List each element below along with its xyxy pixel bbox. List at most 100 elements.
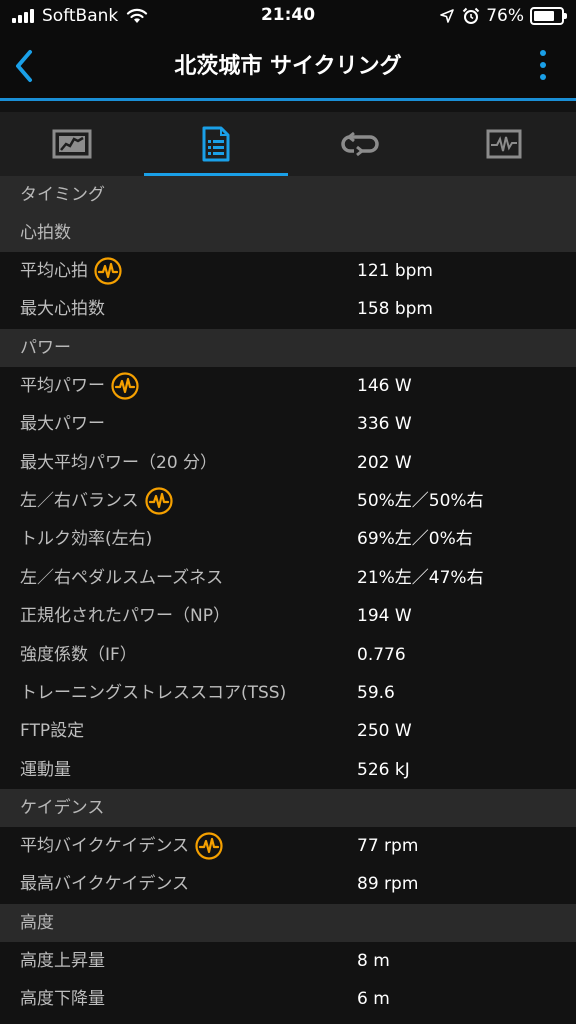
stat-row: 左／右ペダルスムーズネス 21%左／47%右 bbox=[0, 558, 576, 598]
chevron-left-icon bbox=[16, 50, 32, 82]
stat-label-wrap: 高度下降量 bbox=[20, 980, 105, 1018]
stat-label-wrap: 平均バイクケイデンス bbox=[20, 827, 223, 865]
stat-value: 158 bpm bbox=[357, 299, 433, 320]
stat-label: 最大心拍数 bbox=[20, 299, 105, 320]
tab-map[interactable] bbox=[0, 112, 144, 176]
stat-label-wrap: 左／右ペダルスムーズネス bbox=[20, 559, 223, 597]
more-vertical-icon bbox=[540, 50, 546, 56]
stat-label-wrap: トルク効率(左右) bbox=[20, 520, 152, 558]
stat-label: 平均心拍 bbox=[20, 261, 88, 281]
stat-label: 平均パワー bbox=[20, 375, 105, 396]
stat-row: 強度係数（IF） 0.776 bbox=[0, 635, 576, 674]
section-header: パワー bbox=[0, 328, 576, 367]
stat-label: 最大平均パワー（20 分） bbox=[20, 452, 218, 473]
stat-label-wrap: 最大心拍数 bbox=[20, 290, 105, 328]
location-arrow-icon bbox=[440, 9, 455, 23]
status-bar: SoftBank 21:40 76% bbox=[0, 0, 576, 34]
stat-value: 0.776 bbox=[357, 644, 406, 665]
tab-laps[interactable] bbox=[288, 112, 432, 176]
graph-chart-icon bbox=[486, 129, 522, 159]
stat-row: 正規化されたパワー（NP） 194 W bbox=[0, 597, 576, 636]
stat-row: FTP設定 250 W bbox=[0, 712, 576, 751]
stat-row: 運動量 526 kJ bbox=[0, 750, 576, 790]
battery-tip bbox=[564, 13, 567, 19]
stat-value: 89 rpm bbox=[357, 874, 419, 895]
stat-row: 高度上昇量 8 m bbox=[0, 941, 576, 981]
stat-label: 最大パワー bbox=[20, 414, 105, 435]
stat-value: 77 rpm bbox=[357, 836, 419, 857]
stat-label-wrap: 強度係数（IF） bbox=[20, 636, 137, 674]
stat-label-wrap: 最大パワー bbox=[20, 405, 105, 443]
stat-value: 194 W bbox=[357, 606, 412, 627]
stat-label: FTP設定 bbox=[20, 721, 85, 742]
stat-value: 121 bpm bbox=[357, 261, 433, 281]
stat-value: 6 m bbox=[357, 989, 390, 1010]
battery-icon bbox=[530, 7, 567, 25]
stat-label: 平均バイクケイデンス bbox=[20, 836, 189, 857]
stat-label: 運動量 bbox=[20, 759, 71, 780]
stat-row: トレーニングストレススコア(TSS) 59.6 bbox=[0, 673, 576, 713]
stat-label-wrap: 平均心拍 bbox=[20, 252, 122, 290]
nav-header: 北茨城市 サイクリング bbox=[0, 34, 576, 98]
header-divider bbox=[0, 98, 576, 101]
section-header: 高度 bbox=[0, 903, 576, 942]
stat-label-wrap: 正規化されたパワー（NP） bbox=[20, 597, 230, 635]
app-screen: SoftBank 21:40 76% 北茨城市 サイクリング タイミング 心拍数… bbox=[0, 0, 576, 1024]
stat-label-wrap: 高度上昇量 bbox=[20, 942, 105, 980]
stat-row: 最高バイクケイデンス 89 rpm bbox=[0, 865, 576, 904]
stat-label: トレーニングストレススコア(TSS) bbox=[20, 682, 287, 703]
stat-label-wrap: 平均パワー bbox=[20, 367, 139, 405]
laps-loop-icon bbox=[341, 131, 379, 157]
stat-label: 高度下降量 bbox=[20, 989, 105, 1010]
battery-percent: 76% bbox=[486, 6, 524, 26]
stat-label: 左／右ペダルスムーズネス bbox=[20, 567, 224, 588]
stat-value: 146 W bbox=[357, 375, 412, 396]
stat-value: 336 W bbox=[357, 414, 412, 435]
tab-bar bbox=[0, 112, 576, 177]
details-list[interactable]: タイミング 心拍数平均心拍 121 bpm 最大心拍数 158 bpm パワー平均パワー 1… bbox=[0, 176, 576, 1019]
battery-fill bbox=[534, 11, 554, 21]
stat-value: 526 kJ bbox=[357, 759, 410, 780]
heart-rate-wave-icon[interactable] bbox=[145, 487, 173, 515]
section-header: タイミング bbox=[0, 176, 576, 214]
tab-graphs[interactable] bbox=[432, 112, 576, 176]
map-tab-icon bbox=[52, 129, 92, 159]
stat-label: 強度係数（IF） bbox=[20, 644, 137, 665]
alarm-icon bbox=[462, 7, 480, 24]
stat-label-wrap: 左／右バランス bbox=[20, 482, 173, 520]
stat-row: 平均パワー 146 W bbox=[0, 366, 576, 406]
stat-label-wrap: トレーニングストレススコア(TSS) bbox=[20, 674, 286, 712]
stat-label-wrap: 最高バイクケイデンス bbox=[20, 865, 189, 903]
stat-row: 最大パワー 336 W bbox=[0, 405, 576, 444]
stat-value: 59.6 bbox=[357, 682, 395, 703]
stat-label: 正規化されたパワー（NP） bbox=[20, 606, 230, 627]
tab-details[interactable] bbox=[144, 112, 288, 176]
details-list-icon bbox=[202, 126, 230, 162]
stat-label-wrap: 運動量 bbox=[20, 751, 71, 789]
more-vertical-icon bbox=[540, 62, 546, 68]
heart-rate-wave-icon[interactable] bbox=[94, 257, 122, 285]
more-menu-button[interactable] bbox=[536, 46, 550, 86]
heart-rate-wave-icon[interactable] bbox=[195, 832, 223, 860]
heart-rate-wave-icon[interactable] bbox=[111, 372, 139, 400]
stat-row: 左／右バランス 50%左／50%右 bbox=[0, 481, 576, 521]
stat-row: 平均心拍 121 bpm bbox=[0, 252, 576, 291]
stat-label: 左／右バランス bbox=[20, 490, 139, 511]
stat-row: 平均バイクケイデンス 77 rpm bbox=[0, 827, 576, 866]
stat-label-wrap: 最大平均パワー（20 分） bbox=[20, 444, 217, 482]
back-button[interactable] bbox=[8, 44, 48, 88]
stat-row: 高度下降量 6 m bbox=[0, 980, 576, 1019]
status-right: 76% bbox=[440, 6, 567, 26]
more-vertical-icon bbox=[540, 74, 546, 80]
stat-row: 最大平均パワー（20 分） 202 W bbox=[0, 443, 576, 482]
stat-value: 50%左／50%右 bbox=[357, 490, 484, 511]
stat-value: 202 W bbox=[357, 452, 412, 473]
stat-value: 250 W bbox=[357, 721, 412, 742]
stat-value: 69%左／0%右 bbox=[357, 529, 473, 550]
stat-value: 21%左／47%右 bbox=[357, 567, 484, 588]
stat-label: トルク効率(左右) bbox=[20, 529, 153, 550]
section-header: 心拍数 bbox=[0, 214, 576, 252]
section-header: ケイデンス bbox=[0, 789, 576, 828]
stat-row: 最大心拍数 158 bpm bbox=[0, 290, 576, 329]
stat-label: 高度上昇量 bbox=[20, 950, 105, 971]
